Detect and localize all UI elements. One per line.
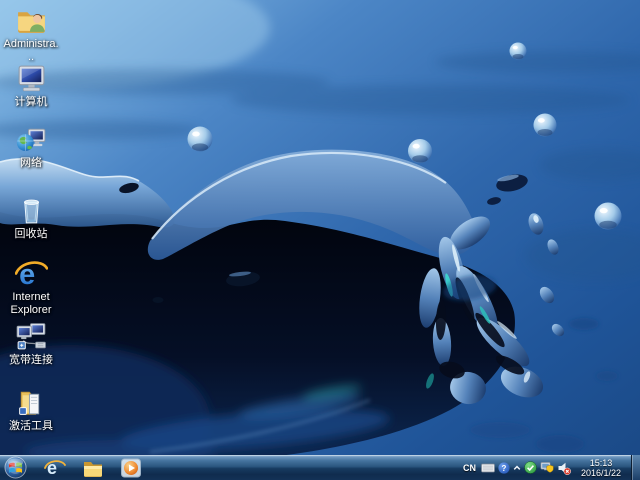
- taskbar: e CN: [0, 455, 640, 480]
- wallpaper-water-splash: [0, 0, 640, 480]
- desktop-icon-label: 宽带连接: [2, 354, 60, 367]
- svg-text:?: ?: [502, 463, 507, 472]
- ime-help-icon[interactable]: ?: [498, 462, 510, 474]
- volume-muted-icon[interactable]: [557, 461, 571, 475]
- desktop[interactable]: Administra... 计算机: [0, 0, 640, 480]
- desktop-icon-label: Administra...: [2, 38, 60, 64]
- show-hidden-icons-arrow[interactable]: [513, 464, 521, 472]
- desktop-icon-computer[interactable]: 计算机: [2, 62, 60, 109]
- tray-clock[interactable]: 15:13 2016/1/22: [577, 458, 625, 478]
- desktop-icon-label: 回收站: [2, 228, 60, 241]
- desktop-icon-administrator[interactable]: Administra...: [2, 4, 60, 64]
- start-orb-icon: [4, 456, 27, 479]
- network-warning-icon[interactable]: [540, 461, 554, 474]
- clock-date: 2016/1/22: [577, 468, 625, 478]
- system-tray: CN ?: [461, 455, 640, 480]
- activation-tools-icon: [15, 386, 48, 419]
- desktop-icon-activation-tools[interactable]: 激活工具: [2, 386, 60, 433]
- broadband-icon: [15, 320, 48, 353]
- language-indicator[interactable]: CN: [461, 463, 478, 473]
- media-player-taskbar-icon: [120, 457, 142, 479]
- desktop-icon-network[interactable]: 网络: [2, 123, 60, 170]
- taskbar-explorer-button[interactable]: [79, 456, 107, 479]
- computer-icon: [15, 62, 48, 95]
- desktop-icon-label: 计算机: [2, 96, 60, 109]
- network-icon: [15, 123, 48, 156]
- desktop-icon-broadband-connection[interactable]: 宽带连接: [2, 320, 60, 367]
- desktop-icon-label: 激活工具: [2, 420, 60, 433]
- taskbar-media-player-button[interactable]: [117, 456, 145, 479]
- taskbar-internet-explorer-button[interactable]: e: [41, 456, 69, 479]
- start-button[interactable]: [4, 456, 27, 479]
- internet-explorer-icon: e: [15, 257, 48, 290]
- recycle-bin-icon: [15, 194, 48, 227]
- user-folder-icon: [15, 4, 48, 37]
- folder-taskbar-icon: [82, 457, 104, 479]
- desktop-icon-label: 网络: [2, 157, 60, 170]
- desktop-icon-label: Internet Explorer: [2, 291, 60, 317]
- clock-time: 15:13: [577, 458, 625, 468]
- desktop-icon-recycle-bin[interactable]: 回收站: [2, 194, 60, 241]
- show-desktop-button[interactable]: [631, 455, 640, 480]
- keyboard-icon[interactable]: [481, 463, 495, 473]
- desktop-icon-internet-explorer[interactable]: e Internet Explorer: [2, 257, 60, 317]
- ie-taskbar-icon: e: [44, 457, 66, 479]
- security-ok-icon[interactable]: [524, 461, 537, 474]
